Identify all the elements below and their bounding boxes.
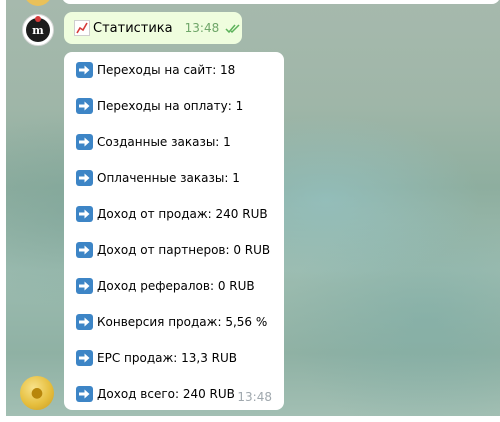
stats-message-time: 13:48 [237,390,272,404]
avatar-letter: m [32,23,44,37]
stat-row-epc: EPC продаж: 13,3 RUB [76,348,237,368]
stat-text: Переходы на оплату: 1 [97,99,244,113]
stat-text: Доход рефералов: 0 RUB [97,279,255,293]
double-check-icon [225,19,241,38]
stat-text: Доход от партнеров: 0 RUB [97,243,271,257]
stat-row-total-income: Доход всего: 240 RUB [76,384,235,404]
title-message-time: 13:48 [184,21,220,35]
avatar-logo: m [26,16,50,42]
right-arrow-icon [76,134,93,150]
right-arrow-icon [76,242,93,258]
stats-message-bubble[interactable]: Переходы на сайт: 18 Переходы на оплату:… [64,52,284,410]
coin-avatar[interactable]: ● [20,376,54,410]
stat-text: Созданные заказы: 1 [97,135,231,149]
title-message-text: Статистика [93,20,173,36]
stat-text: EPC продаж: 13,3 RUB [97,351,238,365]
right-arrow-icon [76,170,93,186]
stat-text: Доход всего: 240 RUB [97,387,235,401]
stat-text: Доход от продаж: 240 RUB [97,207,268,221]
stat-text: Конверсия продаж: 5,56 % [97,315,268,329]
stat-row-paid-orders: Оплаченные заказы: 1 [76,168,240,188]
right-arrow-icon [76,98,93,114]
coin-icon: ● [30,385,44,401]
stat-row-sales-income: Доход от продаж: 240 RUB [76,204,268,224]
right-arrow-icon [76,278,93,294]
stat-row-partner-income: Доход от партнеров: 0 RUB [76,240,270,260]
stat-row-site-visits: Переходы на сайт: 18 [76,60,235,80]
stat-text: Переходы на сайт: 18 [97,63,236,77]
sender-avatar[interactable]: m [22,14,54,46]
stat-row-sales-conversion: Конверсия продаж: 5,56 % [76,312,267,332]
title-message-bubble[interactable]: Статистика 13:48 [64,12,242,44]
right-arrow-icon [76,314,93,330]
right-arrow-icon [76,350,93,366]
stat-text: Оплаченные заказы: 1 [97,171,240,185]
right-arrow-icon [76,206,93,222]
previous-message-bubble[interactable] [62,0,500,4]
avatar-dot [35,16,41,22]
chart-increasing-icon [74,20,90,36]
right-arrow-icon [76,62,93,78]
stat-row-referral-income: Доход рефералов: 0 RUB [76,276,255,296]
right-arrow-icon [76,386,93,402]
stat-row-payment-visits: Переходы на оплату: 1 [76,96,243,116]
stat-row-created-orders: Созданные заказы: 1 [76,132,231,152]
